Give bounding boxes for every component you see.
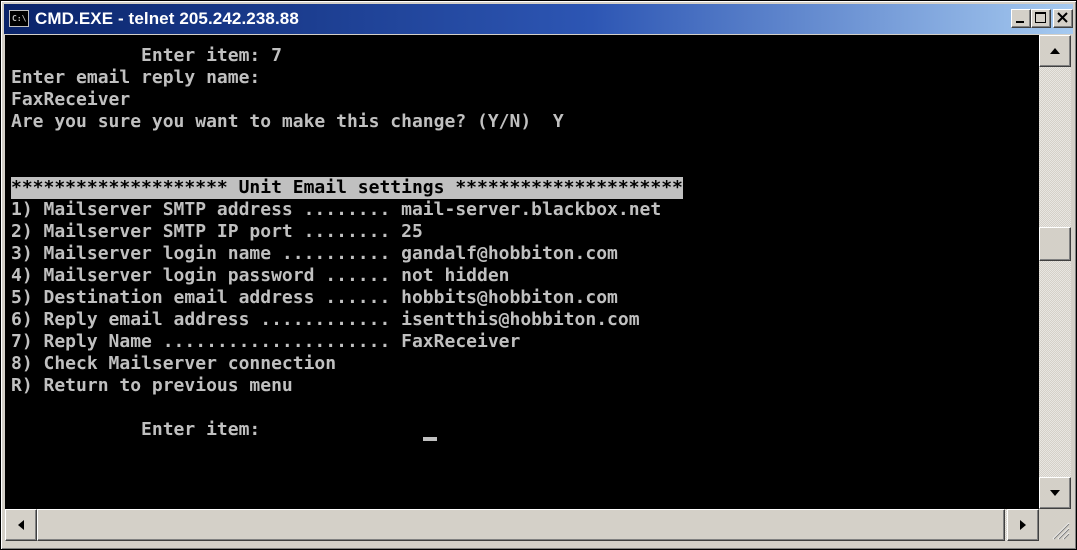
arrow-down-icon xyxy=(1050,490,1060,496)
horizontal-scrollbar[interactable] xyxy=(5,509,1039,541)
console-line: FaxReceiver xyxy=(11,89,131,110)
menu-item: 3) Mailserver login name .......... gand… xyxy=(11,243,618,264)
menu-item: 6) Reply email address ............ isen… xyxy=(11,309,640,330)
vertical-scrollbar[interactable] xyxy=(1039,35,1071,509)
cmd-icon[interactable]: C:\ xyxy=(9,10,29,27)
close-icon xyxy=(1057,12,1068,23)
scroll-thumb[interactable] xyxy=(1039,227,1071,261)
console-line: Are you sure you want to make this chang… xyxy=(11,111,564,132)
arrow-up-icon xyxy=(1050,48,1060,54)
menu-item: 7) Reply Name ..................... FaxR… xyxy=(11,331,521,352)
console-output[interactable]: Enter item: 7 Enter email reply name: Fa… xyxy=(5,35,1039,509)
scroll-up-button[interactable] xyxy=(1039,35,1071,67)
minimize-icon xyxy=(1016,21,1024,23)
window-title: CMD.EXE - telnet 205.242.238.88 xyxy=(35,9,299,28)
scroll-down-button[interactable] xyxy=(1039,477,1071,509)
menu-item: 4) Mailserver login password ...... not … xyxy=(11,265,510,286)
prompt-line: Enter item: xyxy=(11,419,272,440)
menu-item: 2) Mailserver SMTP IP port ........ 25 xyxy=(11,221,423,242)
menu-item: 1) Mailserver SMTP address ........ mail… xyxy=(11,199,662,220)
scroll-right-button[interactable] xyxy=(1007,509,1039,541)
console-line: Enter email reply name: xyxy=(11,67,261,88)
arrow-right-icon xyxy=(1020,520,1026,530)
minimize-button[interactable] xyxy=(1011,9,1031,28)
size-grip[interactable] xyxy=(1039,509,1071,541)
maximize-icon xyxy=(1035,12,1046,23)
resize-grip-icon xyxy=(1052,522,1070,540)
menu-item: 8) Check Mailserver connection xyxy=(11,353,337,374)
arrow-left-icon xyxy=(18,520,24,530)
title-bar[interactable]: C:\ CMD.EXE - telnet 205.242.238.88 xyxy=(4,4,1073,34)
section-header: ******************** Unit Email settings… xyxy=(11,177,683,199)
console-window: C:\ CMD.EXE - telnet 205.242.238.88 Ente… xyxy=(0,0,1077,550)
cmd-icon-text: C:\ xyxy=(12,14,27,23)
menu-item: R) Return to previous menu xyxy=(11,375,293,396)
text-cursor xyxy=(423,437,437,441)
horizontal-scroll-thumb[interactable] xyxy=(37,509,1005,541)
scroll-left-button[interactable] xyxy=(5,509,37,541)
console-line: Enter item: 7 xyxy=(11,45,282,66)
maximize-button[interactable] xyxy=(1031,9,1051,28)
close-button[interactable] xyxy=(1053,9,1073,28)
menu-item: 5) Destination email address ...... hobb… xyxy=(11,287,618,308)
